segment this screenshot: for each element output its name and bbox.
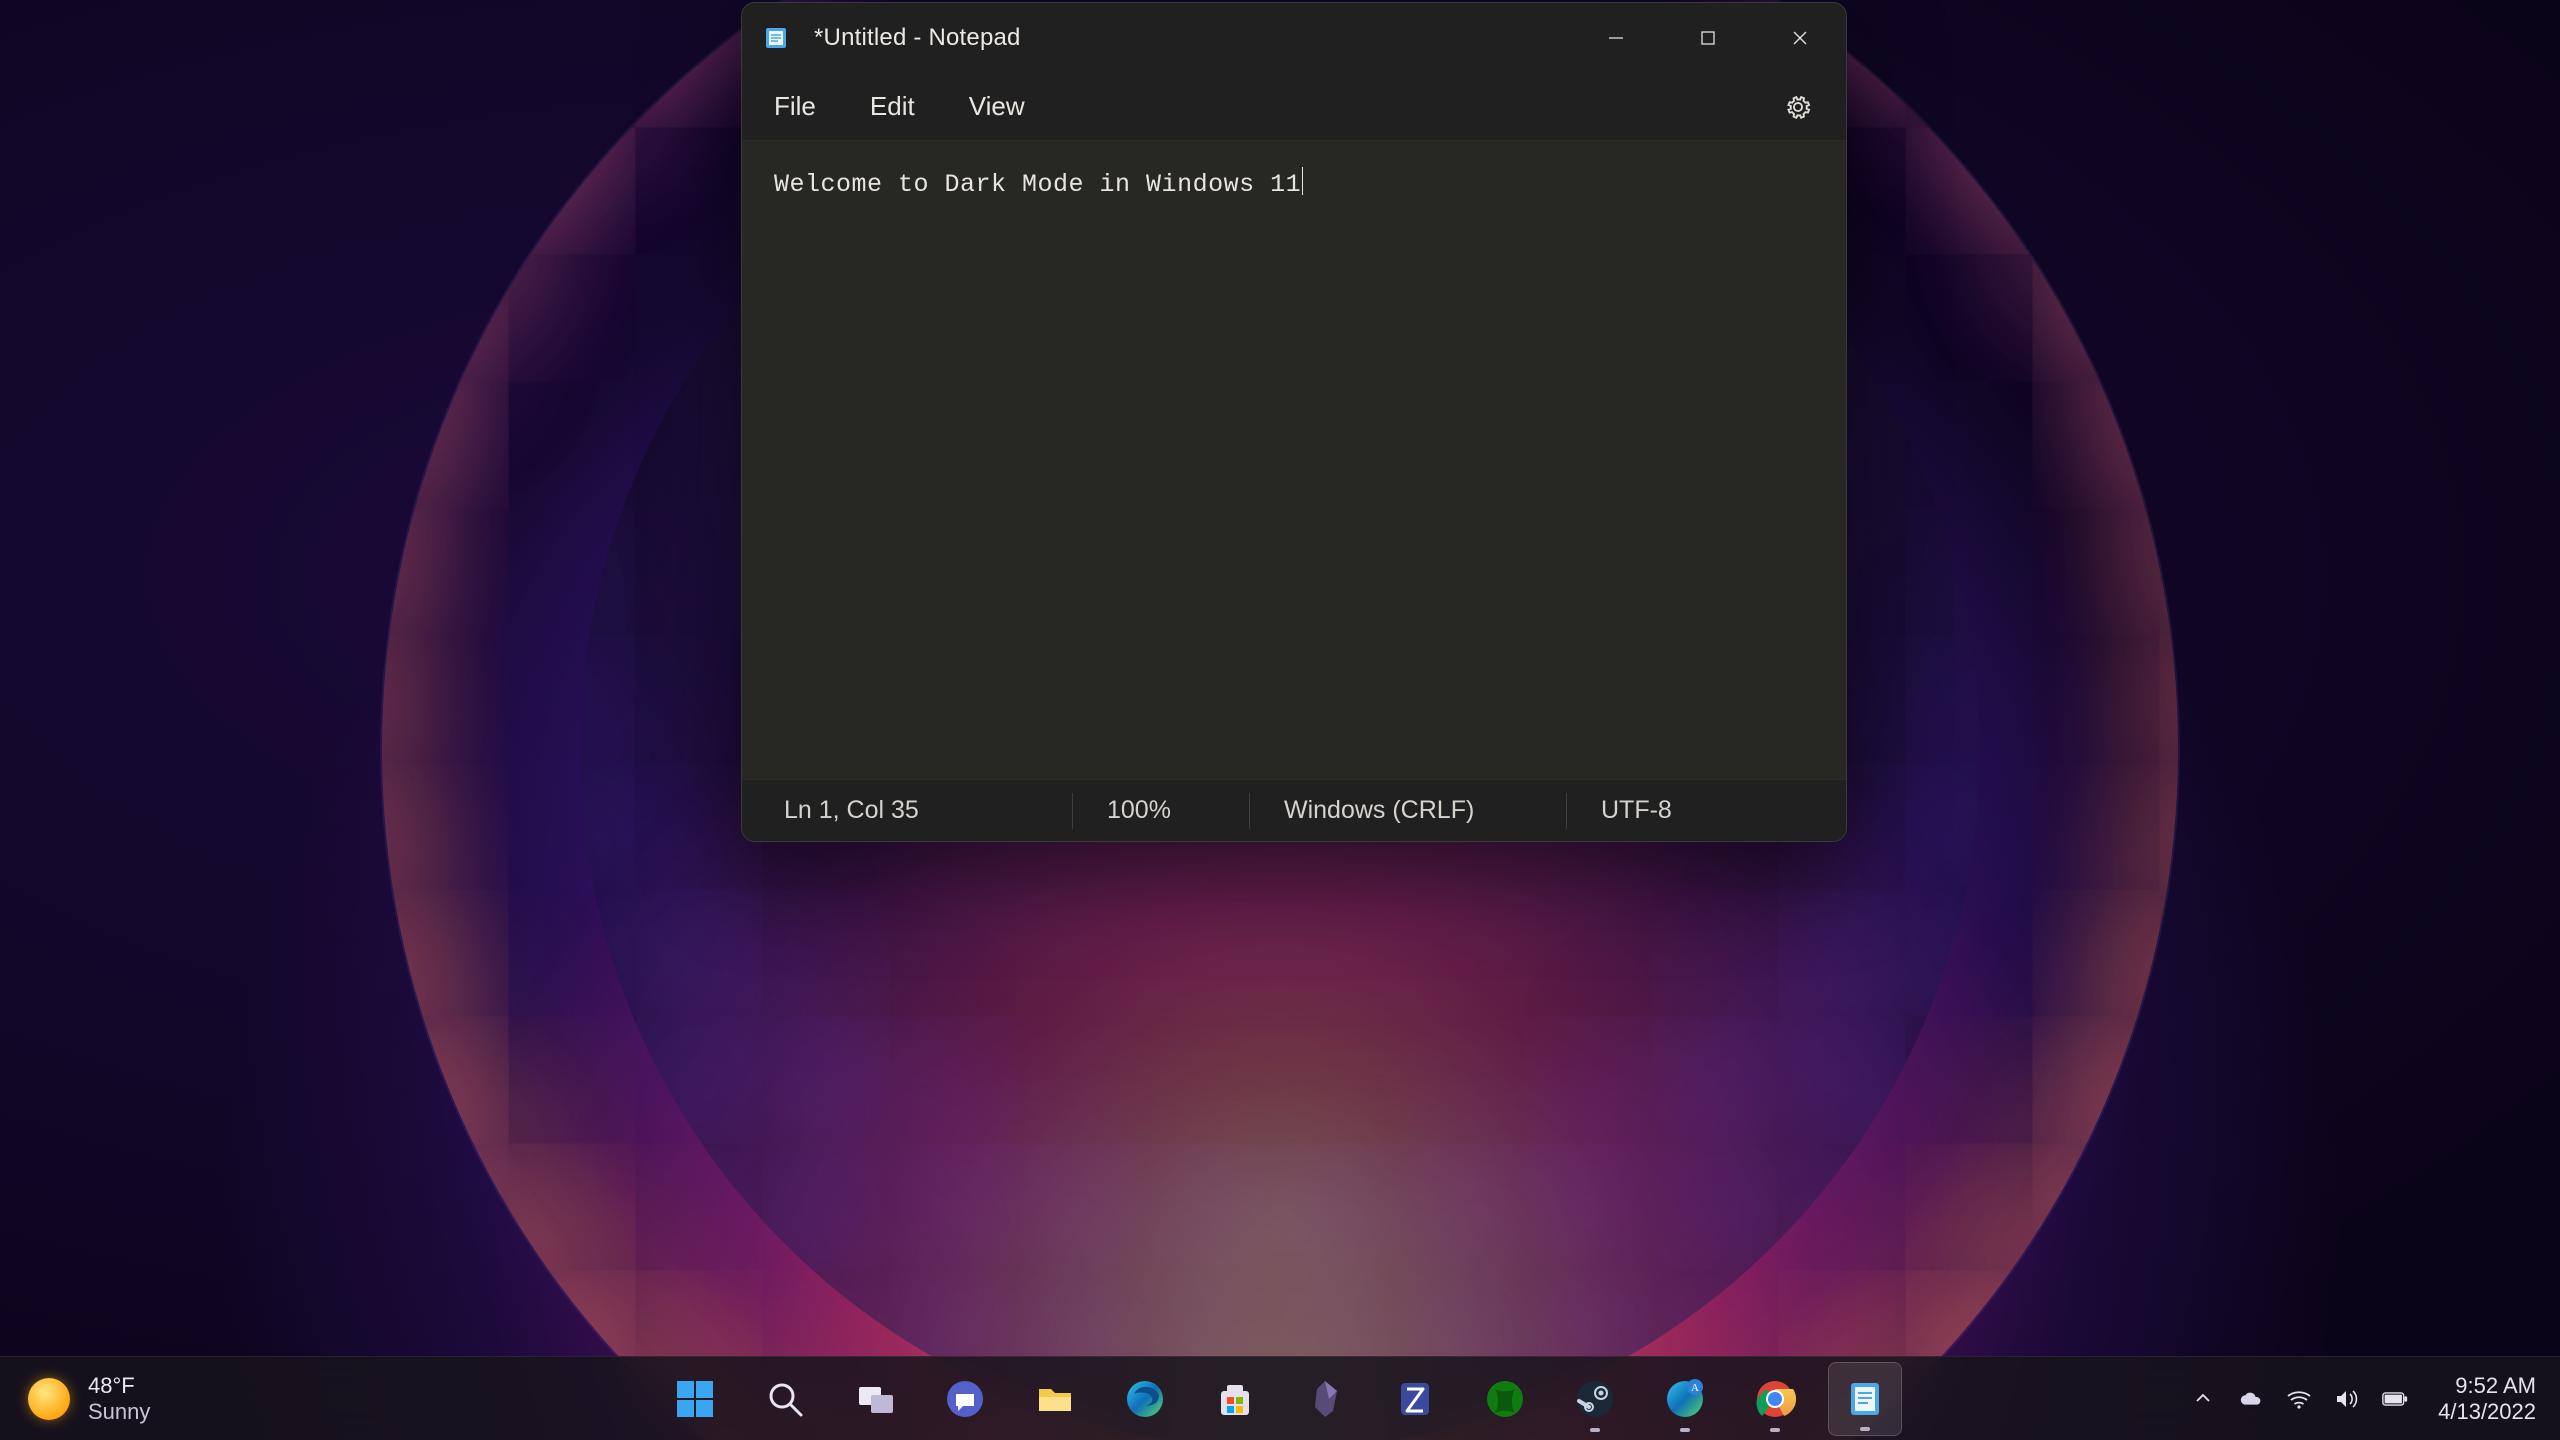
battery-icon (2382, 1390, 2408, 1408)
window-title: *Untitled - Notepad (814, 24, 1021, 52)
edge-profile-icon: A (1663, 1377, 1707, 1421)
onedrive-tray[interactable] (2238, 1386, 2264, 1412)
editor-text: Welcome to Dark Mode in Windows 11 (774, 170, 1301, 199)
menu-file[interactable]: File (770, 85, 820, 128)
maximize-icon (1700, 30, 1716, 46)
taskbar-app-steam[interactable] (1558, 1362, 1632, 1436)
taskbar-app-chat[interactable] (928, 1362, 1002, 1436)
volume-tray[interactable] (2334, 1386, 2360, 1412)
chat-icon (943, 1377, 987, 1421)
menu-edit[interactable]: Edit (866, 85, 919, 128)
wifi-tray[interactable] (2286, 1386, 2312, 1412)
taskbar-app-chrome[interactable] (1738, 1362, 1812, 1436)
taskbar-clock[interactable]: 9:52 AM 4/13/2022 (2430, 1373, 2536, 1424)
taskbar-app-file-explorer[interactable] (1018, 1362, 1092, 1436)
menubar: File Edit View (742, 73, 1846, 141)
steam-icon (1573, 1377, 1617, 1421)
statusbar: Ln 1, Col 35 100% Windows (CRLF) UTF-8 (742, 779, 1846, 841)
close-icon (1791, 29, 1809, 47)
obsidian-icon (1303, 1377, 1347, 1421)
taskbar-app-task-view[interactable] (838, 1362, 912, 1436)
taskbar-app-epic[interactable] (1378, 1362, 1452, 1436)
chrome-icon (1753, 1377, 1797, 1421)
taskbar-app-microsoft-store[interactable] (1198, 1362, 1272, 1436)
taskbar-app-xbox[interactable] (1468, 1362, 1542, 1436)
taskbar-app-obsidian[interactable] (1288, 1362, 1362, 1436)
svg-text:A: A (1691, 1382, 1699, 1394)
notepad-window: *Untitled - Notepad File Edit View Welco… (741, 2, 1847, 842)
weather-temp: 48°F (88, 1373, 150, 1398)
taskbar-weather[interactable]: 48°F Sunny (0, 1373, 150, 1424)
editor-area[interactable]: Welcome to Dark Mode in Windows 11 (742, 141, 1846, 779)
taskbar-app-edge-profile[interactable]: A (1648, 1362, 1722, 1436)
gear-icon (1784, 93, 1812, 121)
taskbar-tray: 9:52 AM 4/13/2022 (2190, 1373, 2560, 1424)
volume-icon (2334, 1388, 2360, 1410)
chevron-up-icon (2193, 1389, 2213, 1409)
taskbar-app-edge[interactable] (1108, 1362, 1182, 1436)
xbox-icon (1483, 1377, 1527, 1421)
status-eol[interactable]: Windows (CRLF) (1250, 793, 1566, 829)
taskbar-app-start[interactable] (658, 1362, 732, 1436)
taskbar-apps: A (658, 1362, 1902, 1436)
titlebar[interactable]: *Untitled - Notepad (742, 3, 1846, 73)
close-button[interactable] (1754, 3, 1846, 73)
taskbar: 48°F Sunny A 9:52 AM 4/13/2022 (0, 1356, 2560, 1440)
status-zoom[interactable]: 100% (1073, 793, 1249, 829)
task-view-icon (853, 1377, 897, 1421)
wifi-icon (2286, 1388, 2312, 1410)
edge-icon (1123, 1377, 1167, 1421)
text-cursor (1302, 167, 1303, 195)
clock-date: 4/13/2022 (2438, 1399, 2536, 1424)
notepad-icon (764, 26, 788, 50)
window-controls (1570, 3, 1846, 73)
menu-view[interactable]: View (965, 85, 1029, 128)
taskbar-app-search[interactable] (748, 1362, 822, 1436)
weather-condition: Sunny (88, 1399, 150, 1424)
clock-time: 9:52 AM (2438, 1373, 2536, 1398)
windows-logo-icon (673, 1377, 717, 1421)
maximize-button[interactable] (1662, 3, 1754, 73)
minimize-button[interactable] (1570, 3, 1662, 73)
store-icon (1213, 1377, 1257, 1421)
notepad-icon (1843, 1377, 1887, 1421)
tray-overflow[interactable] (2190, 1386, 2216, 1412)
battery-tray[interactable] (2382, 1386, 2408, 1412)
minimize-icon (1607, 29, 1625, 47)
status-cursor: Ln 1, Col 35 (742, 793, 1072, 829)
taskbar-app-notepad[interactable] (1828, 1362, 1902, 1436)
epic-icon (1393, 1377, 1437, 1421)
search-icon (763, 1377, 807, 1421)
cloud-icon (2238, 1389, 2264, 1409)
sun-icon (28, 1378, 70, 1420)
status-encoding[interactable]: UTF-8 (1567, 793, 1757, 829)
settings-button[interactable] (1778, 87, 1818, 127)
file-explorer-icon (1033, 1377, 1077, 1421)
